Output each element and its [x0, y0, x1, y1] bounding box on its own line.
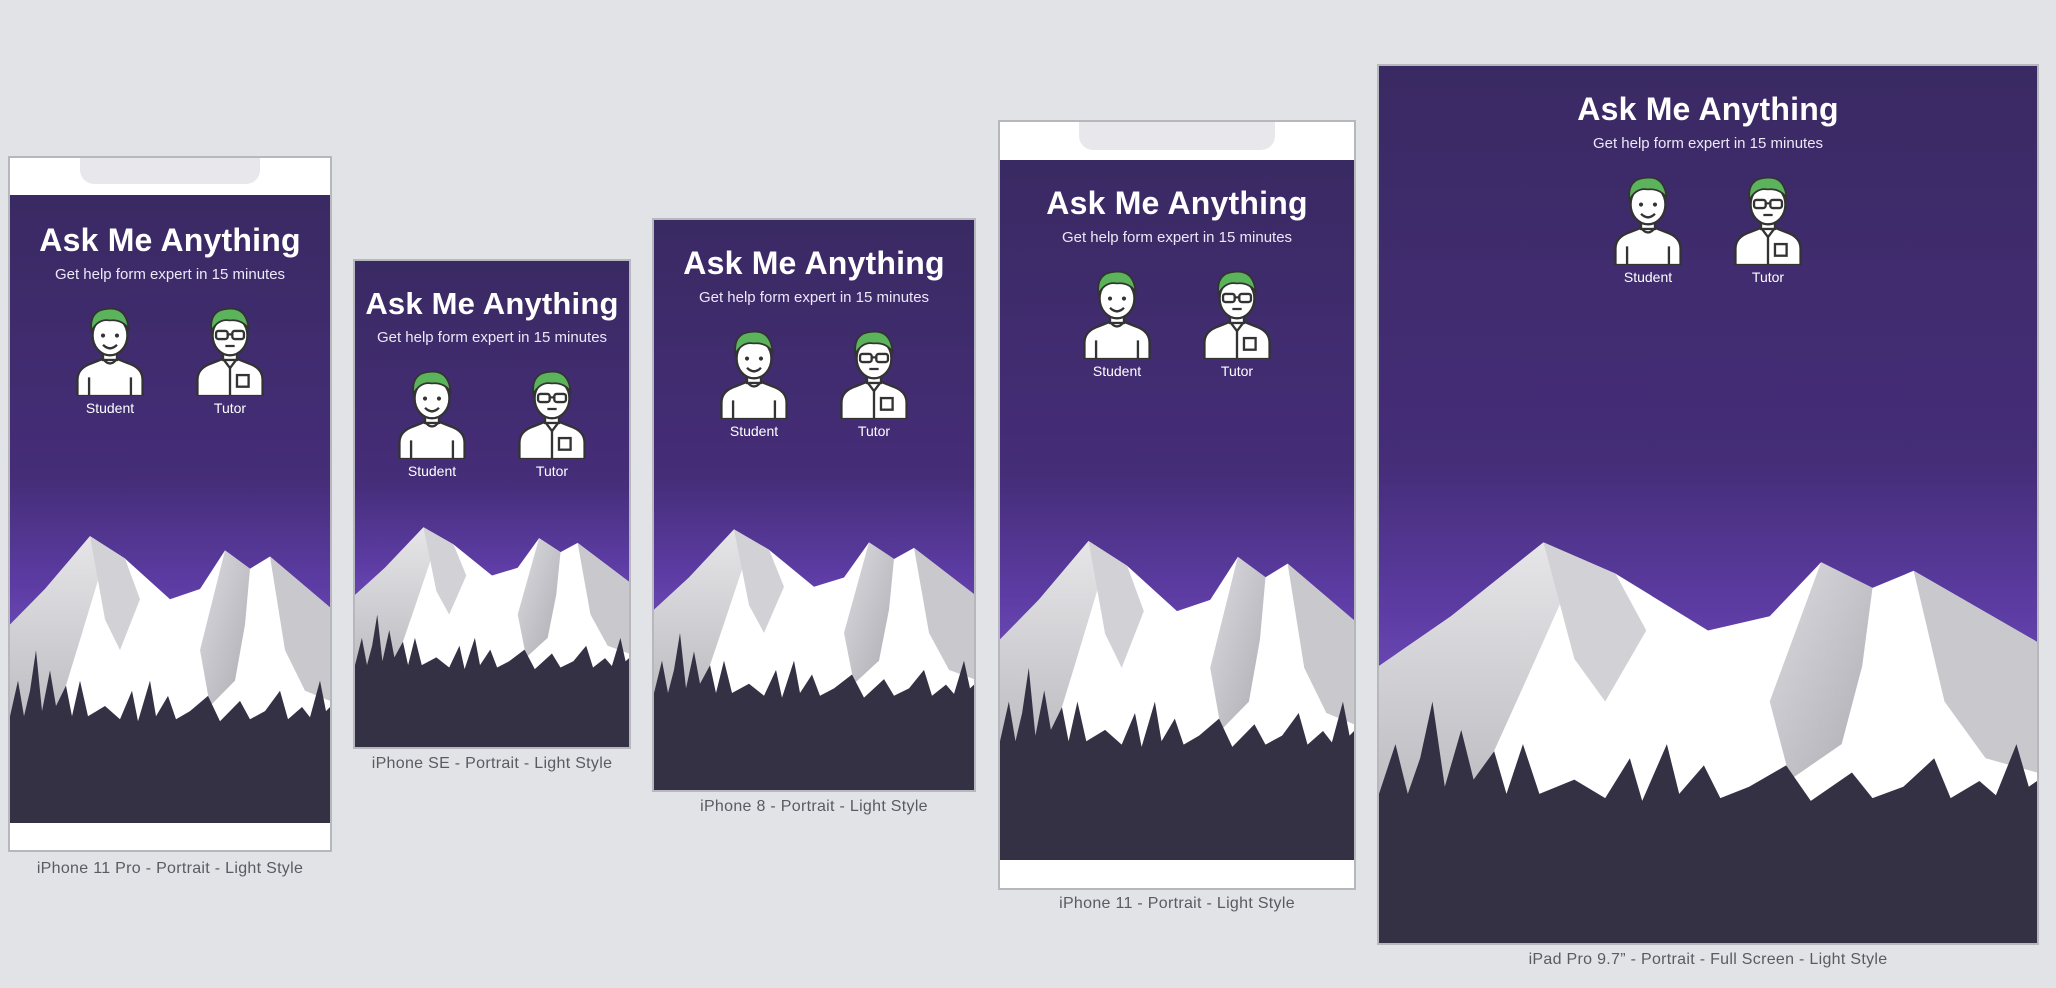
iphone-11-pro-frame: Ask Me Anything Get help form expert in … [8, 156, 332, 852]
role-picker: Student Tutor [10, 303, 330, 416]
iphone-se-frame: Ask Me Anything Get help form expert in … [353, 259, 631, 749]
role-picker: Student Tutor [355, 366, 629, 479]
screen-content: Ask Me Anything Get help form expert in … [10, 195, 330, 416]
mountain-scene-illustration [10, 528, 330, 823]
tutor-label: Tutor [1751, 269, 1785, 286]
app-title: Ask Me Anything [1577, 91, 1839, 127]
device-notch [80, 158, 260, 184]
mountain-scene-illustration [1379, 531, 2037, 943]
app-screen: Ask Me Anything Get help form expert in … [10, 195, 330, 823]
tutor-label: Tutor [213, 400, 247, 417]
app-subtitle: Get help form expert in 15 minutes [1061, 229, 1293, 247]
screen-content: Ask Me Anything Get help form expert in … [355, 261, 629, 479]
tutor-label: Tutor [535, 463, 569, 480]
tutor-option[interactable]: Tutor [1202, 266, 1272, 379]
mountain-scene-illustration [355, 521, 629, 747]
tutor-avatar-icon [839, 326, 909, 419]
app-screen: Ask Me Anything Get help form expert in … [1379, 66, 2037, 943]
screen-content: Ask Me Anything Get help form expert in … [654, 220, 974, 439]
student-option[interactable]: Student [75, 303, 145, 416]
tutor-option[interactable]: Tutor [517, 366, 587, 479]
app-subtitle: Get help form expert in 15 minutes [54, 266, 286, 284]
student-avatar-icon [1613, 172, 1683, 265]
device-label-iphone-8: iPhone 8 - Portrait - Light Style [700, 798, 928, 815]
role-picker: Student Tutor [1000, 266, 1354, 379]
iphone-8-frame: Ask Me Anything Get help form expert in … [652, 218, 976, 792]
mountain-scene-illustration [654, 522, 974, 790]
student-label: Student [85, 400, 135, 417]
student-avatar-icon [397, 366, 467, 459]
tutor-avatar-icon [1202, 266, 1272, 359]
app-title: Ask Me Anything [39, 222, 301, 258]
app-screen: Ask Me Anything Get help form expert in … [1000, 160, 1354, 860]
student-label: Student [729, 423, 779, 440]
screen-content: Ask Me Anything Get help form expert in … [1000, 160, 1354, 379]
student-label: Student [407, 463, 457, 480]
tutor-label: Tutor [857, 423, 891, 440]
tutor-option[interactable]: Tutor [195, 303, 265, 416]
tutor-avatar-icon [195, 303, 265, 396]
app-screen: Ask Me Anything Get help form expert in … [654, 220, 974, 790]
app-title: Ask Me Anything [1046, 185, 1308, 221]
device-label-iphone-11-pro: iPhone 11 Pro - Portrait - Light Style [36, 860, 304, 877]
iphone-11-frame: Ask Me Anything Get help form expert in … [998, 120, 1356, 890]
student-option[interactable]: Student [1613, 172, 1683, 285]
tutor-avatar-icon [1733, 172, 1803, 265]
app-subtitle: Get help form expert in 15 minutes [698, 289, 930, 307]
app-title: Ask Me Anything [365, 286, 619, 321]
student-avatar-icon [719, 326, 789, 419]
student-label: Student [1092, 363, 1142, 380]
app-subtitle: Get help form expert in 15 minutes [376, 329, 608, 347]
app-subtitle: Get help form expert in 15 minutes [1592, 135, 1824, 153]
student-avatar-icon [75, 303, 145, 396]
role-picker: Student Tutor [1379, 172, 2037, 285]
screen-content: Ask Me Anything Get help form expert in … [1379, 66, 2037, 285]
tutor-avatar-icon [517, 366, 587, 459]
student-option[interactable]: Student [397, 366, 467, 479]
app-screen: Ask Me Anything Get help form expert in … [355, 261, 629, 747]
tutor-option[interactable]: Tutor [839, 326, 909, 439]
device-label-iphone-se: iPhone SE - Portrait - Light Style [371, 755, 613, 772]
role-picker: Student Tutor [654, 326, 974, 439]
device-label-ipad-pro: iPad Pro 9.7” - Portrait - Full Screen -… [1528, 951, 1888, 968]
app-title: Ask Me Anything [683, 245, 945, 281]
tutor-option[interactable]: Tutor [1733, 172, 1803, 285]
student-label: Student [1623, 269, 1673, 286]
student-avatar-icon [1082, 266, 1152, 359]
mountain-scene-illustration [1000, 532, 1354, 860]
ipad-pro-frame: Ask Me Anything Get help form expert in … [1377, 64, 2039, 945]
student-option[interactable]: Student [719, 326, 789, 439]
tutor-label: Tutor [1220, 363, 1254, 380]
student-option[interactable]: Student [1082, 266, 1152, 379]
device-notch [1079, 122, 1275, 150]
device-label-iphone-11: iPhone 11 - Portrait - Light Style [1059, 895, 1295, 912]
